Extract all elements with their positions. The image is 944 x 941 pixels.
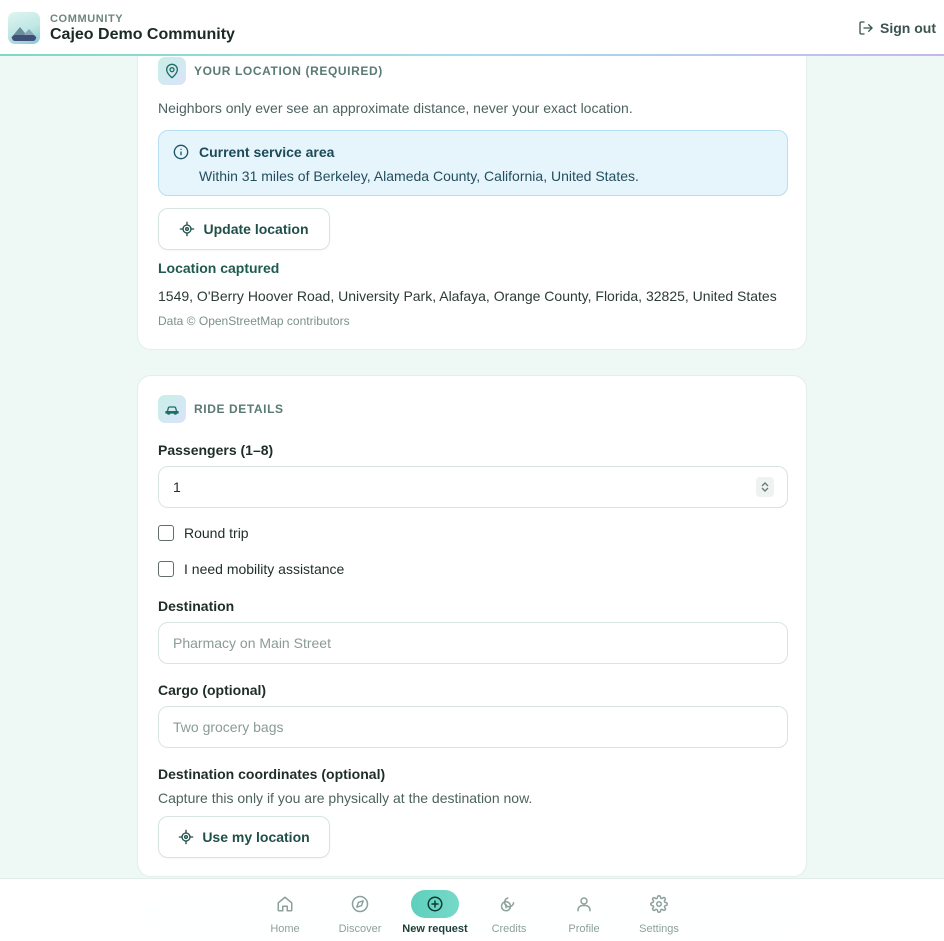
bottom-nav: Home Discover New request Credits Profil… xyxy=(0,878,944,941)
compass-icon xyxy=(349,893,371,915)
user-icon xyxy=(573,893,595,915)
mobility-assistance-label: I need mobility assistance xyxy=(184,561,345,577)
nav-home[interactable]: Home xyxy=(248,879,322,941)
location-captured-label: Location captured xyxy=(158,260,280,276)
nav-settings[interactable]: Settings xyxy=(622,879,696,941)
update-location-label: Update location xyxy=(203,221,309,237)
use-my-location-label: Use my location xyxy=(202,829,310,845)
passengers-stepper[interactable] xyxy=(756,477,774,497)
nav-credits-label: Credits xyxy=(491,923,527,935)
destination-input[interactable] xyxy=(158,622,788,664)
passengers-input[interactable] xyxy=(158,466,788,508)
home-icon xyxy=(274,893,296,915)
car-icon xyxy=(158,395,186,423)
update-location-button[interactable]: Update location xyxy=(158,208,330,250)
nav-credits[interactable]: Credits xyxy=(472,879,546,941)
captured-address: 1549, O'Berry Hoover Road, University Pa… xyxy=(158,288,777,304)
crosshair-icon xyxy=(180,221,195,237)
gear-icon xyxy=(648,893,670,915)
nav-settings-label: Settings xyxy=(639,923,679,935)
round-trip-label: Round trip xyxy=(184,525,249,541)
cargo-label: Cargo (optional) xyxy=(158,682,267,698)
destination-coordinates-note: Capture this only if you are physically … xyxy=(158,790,533,806)
community-name: Cajeo Demo Community xyxy=(50,25,235,43)
map-data-credit: Data © OpenStreetMap contributors xyxy=(158,314,350,328)
crosshair-icon xyxy=(178,829,194,845)
destination-label: Destination xyxy=(158,598,235,614)
passengers-label: Passengers (1–8) xyxy=(158,442,274,458)
top-header: COMMUNITY Cajeo Demo Community Sign out xyxy=(0,0,944,56)
nav-new-request-label: New request xyxy=(402,923,468,935)
page: COMMUNITY Cajeo Demo Community Sign out … xyxy=(0,0,944,941)
nav-new-request[interactable]: New request xyxy=(398,879,472,941)
nav-profile[interactable]: Profile xyxy=(547,879,621,941)
ride-details-card: RIDE DETAILS Passengers (1–8) Round trip… xyxy=(137,375,807,877)
passengers-field-wrap xyxy=(158,466,788,508)
nav-discover[interactable]: Discover xyxy=(323,879,397,941)
info-icon xyxy=(173,144,189,160)
mobility-assistance-checkbox[interactable] xyxy=(158,561,174,577)
nav-home-label: Home xyxy=(270,923,300,935)
sign-out-button[interactable]: Sign out xyxy=(858,20,936,36)
sign-out-label: Sign out xyxy=(880,20,936,36)
coins-icon xyxy=(498,893,520,915)
nav-profile-label: Profile xyxy=(568,923,600,935)
service-area-title: Current service area xyxy=(199,144,335,160)
brand: COMMUNITY Cajeo Demo Community xyxy=(50,13,235,44)
use-my-location-button[interactable]: Use my location xyxy=(158,816,330,858)
ride-section-header: RIDE DETAILS xyxy=(158,395,284,423)
location-privacy-note: Neighbors only ever see an approximate d… xyxy=(158,100,633,116)
location-section-header: YOUR LOCATION (REQUIRED) xyxy=(158,57,383,85)
brand-kicker: COMMUNITY xyxy=(50,12,124,25)
sign-out-icon xyxy=(859,21,873,35)
chevron-down-icon xyxy=(761,487,769,492)
mobility-assistance-row[interactable]: I need mobility assistance xyxy=(158,561,344,577)
community-logo[interactable] xyxy=(8,12,40,44)
plus-circle-icon xyxy=(411,890,459,918)
destination-coordinates-label: Destination coordinates (optional) xyxy=(158,766,386,782)
service-area-text: Within 31 miles of Berkeley, Alameda Cou… xyxy=(199,168,639,184)
ride-section-title: RIDE DETAILS xyxy=(194,402,284,416)
location-card: YOUR LOCATION (REQUIRED) Neighbors only … xyxy=(137,20,807,350)
cargo-input[interactable] xyxy=(158,706,788,748)
location-section-title: YOUR LOCATION (REQUIRED) xyxy=(194,64,383,78)
nav-discover-label: Discover xyxy=(338,923,382,935)
service-area-notice: Current service area Within 31 miles of … xyxy=(158,130,788,196)
round-trip-row[interactable]: Round trip xyxy=(158,525,249,541)
map-pin-icon xyxy=(158,57,186,85)
round-trip-checkbox[interactable] xyxy=(158,525,174,541)
